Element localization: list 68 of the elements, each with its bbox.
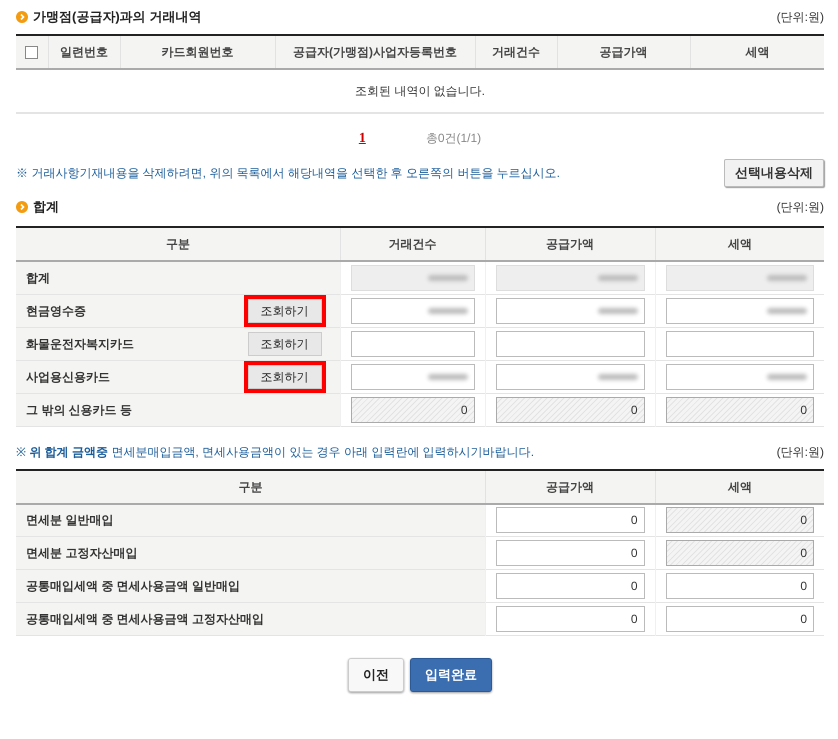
page-link[interactable]: 1: [358, 128, 366, 148]
section-bullet-icon: [16, 201, 28, 213]
column-header: 거래건수: [475, 35, 557, 69]
input-field[interactable]: 0: [496, 606, 644, 632]
row-label: 합계: [26, 270, 50, 287]
readonly-field: 0: [666, 396, 814, 422]
blurred-value: [767, 308, 807, 314]
input-field[interactable]: [496, 364, 644, 390]
row-label: 사업용신용카드: [26, 368, 110, 386]
blurred-value: [428, 308, 468, 314]
column-header: 구분: [16, 227, 340, 261]
readonly-field: 0: [496, 396, 644, 422]
blurred-value: [428, 274, 468, 281]
unit-label: (단위:원): [776, 199, 824, 216]
blurred-value: [767, 374, 807, 380]
column-header: 카드회원번호: [120, 35, 275, 69]
column-header: 공급자(가맹점)사업자등록번호: [275, 35, 475, 69]
row-label: 공통매입세액 중 면세사용금액 고정자산매입: [26, 612, 264, 626]
column-header: 일련번호: [48, 35, 120, 69]
input-field[interactable]: [350, 298, 474, 324]
column-header: 거래건수: [340, 227, 485, 261]
blurred-value: [428, 374, 468, 380]
column-header: 공급가액: [485, 470, 655, 504]
section-title: 가맹점(공급자)과의 거래내역: [33, 8, 202, 26]
readonly-field: 0: [666, 507, 814, 534]
column-header: 세액: [690, 35, 824, 69]
column-header: 구분: [16, 470, 485, 504]
previous-button[interactable]: 이전: [348, 658, 404, 692]
blurred-value: [598, 374, 638, 380]
blurred-value: [767, 274, 807, 281]
input-field[interactable]: 0: [666, 606, 814, 632]
row-label: 현금영수증: [26, 302, 86, 320]
lookup-button[interactable]: 조회하기: [248, 332, 322, 356]
column-header: 세액: [655, 227, 824, 261]
blurred-value: [598, 274, 638, 281]
checkbox[interactable]: [25, 46, 38, 60]
column-header: 공급가액: [485, 227, 655, 261]
row-label: 공통매입세액 중 면세사용금액 일반매입: [26, 579, 240, 593]
readonly-field: 0: [350, 396, 474, 422]
input-field[interactable]: [496, 330, 644, 356]
section-title: 합계: [33, 198, 59, 216]
input-field[interactable]: [350, 364, 474, 390]
input-field[interactable]: 0: [666, 573, 814, 599]
row-label: 면세분 고정자산매입: [26, 546, 138, 560]
input-field[interactable]: 0: [496, 573, 644, 599]
instruction-text: ※ 거래사항기재내용을 삭제하려면, 위의 목록에서 해당내역을 선택한 후 오른쪽의 버튼을 누르십시오.: [16, 165, 560, 182]
row-label: 그 밖의 신용카드 등: [26, 402, 132, 418]
row-label: 화물운전자복지카드: [26, 336, 134, 352]
input-field[interactable]: [666, 298, 814, 324]
unit-label: (단위:원): [776, 9, 824, 26]
submit-button[interactable]: 입력완료: [410, 658, 492, 692]
row-label: 면세분 일반매입: [26, 513, 114, 528]
input-field[interactable]: [350, 330, 474, 356]
empty-message: 조회된 내역이 없습니다.: [16, 69, 824, 113]
input-field[interactable]: [666, 364, 814, 390]
input-field[interactable]: [496, 298, 644, 324]
readonly-field: 0: [666, 540, 814, 566]
blurred-value: [598, 308, 638, 314]
column-header: 세액: [655, 470, 824, 504]
input-field[interactable]: [666, 330, 814, 356]
instruction-text: ※ 위 합계 금액중 면세분매입금액, 면세사용금액이 있는 경우 아래 입력란에 입력하시기바랍니다.: [16, 444, 534, 460]
delete-selected-button[interactable]: 선택내용삭제: [724, 159, 824, 187]
input-field[interactable]: 0: [496, 507, 644, 534]
section-bullet-icon: [16, 11, 28, 23]
column-header: 공급가액: [557, 35, 690, 69]
total-count: 총0건(1/1): [426, 130, 482, 147]
input-field[interactable]: 0: [496, 540, 644, 566]
unit-label: (단위:원): [776, 444, 824, 460]
